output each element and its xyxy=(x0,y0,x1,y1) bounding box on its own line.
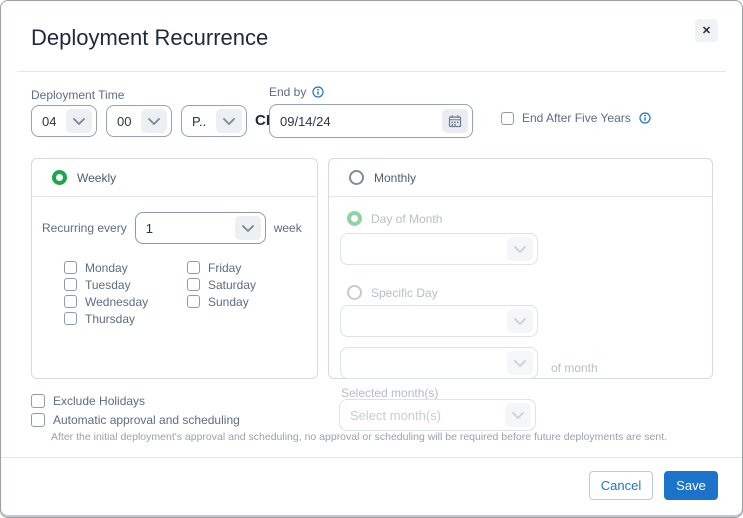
page-title: Deployment Recurrence xyxy=(31,25,268,51)
monthly-panel: Monthly Day of Month Specific Day xyxy=(328,158,713,379)
auto-approval-checkbox[interactable] xyxy=(31,413,45,427)
sunday-label: Sunday xyxy=(208,295,249,309)
thursday-label: Thursday xyxy=(85,312,135,326)
monthly-radio[interactable] xyxy=(349,170,364,185)
auto-approval-note: After the initial deployment's approval … xyxy=(51,431,701,443)
deployment-time-label: Deployment Time xyxy=(31,88,124,102)
specific-day-radio[interactable] xyxy=(347,285,362,300)
calendar-icon[interactable] xyxy=(442,109,468,133)
day-of-month-label: Day of Month xyxy=(371,212,442,226)
chevron-down-icon xyxy=(505,403,531,427)
meridiem-value: P.. xyxy=(192,114,216,129)
close-button[interactable]: ✕ xyxy=(695,19,718,42)
saturday-label: Saturday xyxy=(208,278,256,292)
hour-select[interactable]: 04 xyxy=(31,105,97,137)
deployment-recurrence-dialog: Deployment Recurrence ✕ Deployment Time … xyxy=(0,0,743,518)
wednesday-label: Wednesday xyxy=(85,295,148,309)
chevron-down-icon xyxy=(216,109,242,133)
end-by-date-value: 09/14/24 xyxy=(280,114,442,129)
minute-select[interactable]: 00 xyxy=(106,105,172,137)
auto-approval-label: Automatic approval and scheduling xyxy=(53,413,240,427)
day-row-tuesday: Tuesday xyxy=(64,278,148,291)
end-by-label: End by xyxy=(269,85,306,99)
selected-months-select[interactable]: Select month(s) xyxy=(339,399,536,431)
day-of-month-radio[interactable] xyxy=(347,211,362,226)
wednesday-checkbox[interactable] xyxy=(64,295,77,308)
day-of-month-select[interactable] xyxy=(340,233,538,265)
selected-months-placeholder: Select month(s) xyxy=(350,408,505,423)
chevron-down-icon xyxy=(507,237,533,261)
chevron-down-icon xyxy=(235,216,261,240)
recurring-every-label: Recurring every xyxy=(42,221,127,235)
specific-day-ordinal-select[interactable] xyxy=(340,305,538,337)
meridiem-select[interactable]: P.. xyxy=(181,105,247,137)
monday-checkbox[interactable] xyxy=(64,261,77,274)
recurring-every-value: 1 xyxy=(146,221,153,236)
minute-value: 00 xyxy=(117,114,141,129)
weekly-panel: Weekly Recurring every 1 week Monday Tue… xyxy=(31,158,318,379)
tuesday-checkbox[interactable] xyxy=(64,278,77,291)
day-row-sunday: Sunday xyxy=(187,295,256,308)
exclude-holidays-label: Exclude Holidays xyxy=(53,394,145,408)
monday-label: Monday xyxy=(85,261,128,275)
info-icon[interactable] xyxy=(312,86,324,98)
end-after-five-years-checkbox[interactable] xyxy=(501,112,514,125)
of-month-label: of month xyxy=(551,361,598,375)
end-after-five-years-label: End After Five Years xyxy=(522,111,631,125)
day-row-friday: Friday xyxy=(187,261,256,274)
recurring-every-unit: week xyxy=(274,221,302,235)
friday-checkbox[interactable] xyxy=(187,261,200,274)
selected-months-label: Selected month(s) xyxy=(341,386,438,400)
chevron-down-icon xyxy=(507,309,533,333)
cancel-button[interactable]: Cancel xyxy=(589,471,653,500)
thursday-checkbox[interactable] xyxy=(64,312,77,325)
day-row-monday: Monday xyxy=(64,261,148,274)
weekly-radio[interactable] xyxy=(52,170,67,185)
sunday-checkbox[interactable] xyxy=(187,295,200,308)
exclude-holidays-checkbox[interactable] xyxy=(31,394,45,408)
tuesday-label: Tuesday xyxy=(85,278,131,292)
friday-label: Friday xyxy=(208,261,241,275)
hour-value: 04 xyxy=(42,114,66,129)
monthly-label: Monthly xyxy=(374,171,416,185)
save-button[interactable]: Save xyxy=(664,471,718,500)
chevron-down-icon xyxy=(66,109,92,133)
monthly-header: Monthly xyxy=(329,159,712,197)
specific-day-label: Specific Day xyxy=(371,286,438,300)
day-row-saturday: Saturday xyxy=(187,278,256,291)
weekly-header: Weekly xyxy=(32,159,317,197)
recurring-every-select[interactable]: 1 xyxy=(135,212,266,244)
day-row-wednesday: Wednesday xyxy=(64,295,148,308)
chevron-down-icon xyxy=(141,109,167,133)
saturday-checkbox[interactable] xyxy=(187,278,200,291)
info-icon[interactable] xyxy=(639,112,651,124)
weekly-label: Weekly xyxy=(77,171,116,185)
end-by-date-input[interactable]: 09/14/24 xyxy=(269,104,473,138)
footer-divider xyxy=(1,457,742,458)
chevron-down-icon xyxy=(507,351,533,375)
header-divider xyxy=(17,71,726,72)
day-row-thursday: Thursday xyxy=(64,312,148,325)
specific-day-weekday-select[interactable] xyxy=(340,347,538,379)
